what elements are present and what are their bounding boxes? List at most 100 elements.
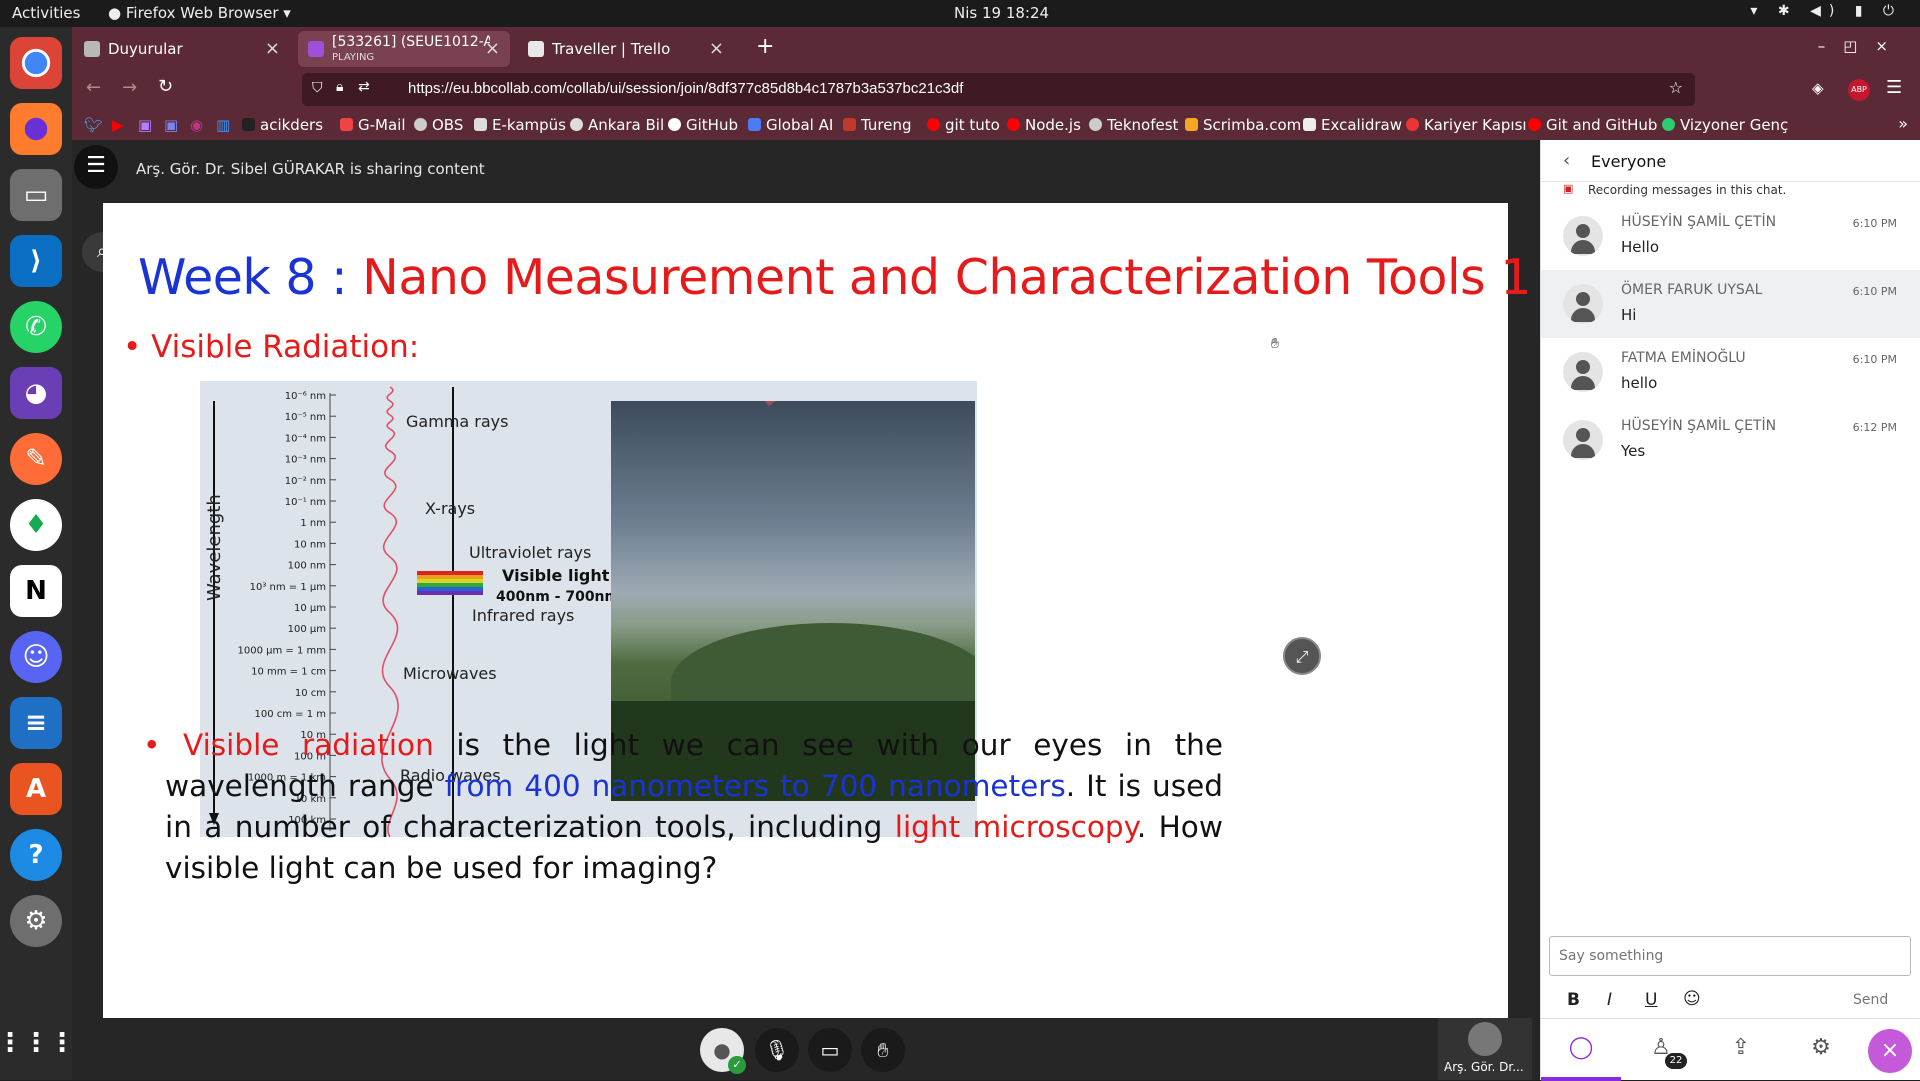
bookmark-ekampus[interactable]: E-kampüs	[474, 116, 566, 134]
files-icon[interactable]: ▭	[10, 169, 62, 221]
back-icon[interactable]: ←	[86, 77, 101, 98]
bookmark-label: Teknofest	[1107, 116, 1179, 134]
trello-bookmark-icon[interactable]: ▥	[216, 116, 230, 134]
clock[interactable]: Nis 19 18:24	[954, 4, 1049, 22]
close-tab-icon[interactable]: ×	[485, 38, 500, 59]
app-menu[interactable]: ● Firefox Web Browser ▾	[108, 4, 291, 22]
microphone-off-icon[interactable]: 🎙︎	[755, 1028, 799, 1072]
postman-icon[interactable]: ✎	[10, 433, 62, 485]
tab-bar: Duyurular × [533261] (SEUE1012-A) N PLAY…	[72, 27, 1920, 70]
wikipedia-icon	[570, 118, 583, 131]
presenter-video-tile[interactable]: Arş. Gör. Dr...	[1438, 1018, 1532, 1080]
bookmark-obs[interactable]: OBS	[414, 116, 463, 134]
bookmark-kariyer-kapisi[interactable]: Kariyer Kapısı	[1406, 116, 1527, 134]
camera-off-icon[interactable]: ▭	[808, 1028, 852, 1072]
bookmark-github[interactable]: GitHub	[668, 116, 738, 134]
bookmark-scrimba[interactable]: Scrimba.com	[1185, 116, 1301, 134]
dock: ▭ ⟩ ✆ ◕ ✎ ♦ N ☺ ≡ A ? ⚙ ⋮⋮⋮	[0, 27, 75, 1080]
vscode-icon[interactable]: ⟩	[10, 235, 62, 287]
raise-hand-icon[interactable]: ✋︎	[861, 1028, 905, 1072]
bookmark-global-ai[interactable]: Global AI	[748, 116, 833, 134]
bookmark-gmail[interactable]: G-Mail	[340, 116, 406, 134]
whatsapp-icon[interactable]: ✆	[10, 301, 62, 353]
settings-tab-icon[interactable]: ⚙	[1781, 1019, 1861, 1081]
bookmark-tureng[interactable]: Tureng	[843, 116, 912, 134]
attendees-tab-icon[interactable]: ♙ 22	[1621, 1019, 1701, 1081]
software-center-icon[interactable]: A	[10, 763, 62, 815]
bookmark-nodejs[interactable]: Node.js	[1007, 116, 1081, 134]
close-panel-icon[interactable]: ×	[1868, 1029, 1912, 1073]
chrome-icon[interactable]	[10, 37, 62, 89]
bold-button[interactable]: B	[1567, 990, 1580, 1010]
sender-name: ÖMER FARUK UYSAL	[1621, 282, 1763, 298]
bookmark-label: Git and GitHub	[1546, 116, 1658, 134]
chat-panel: ‹ Everyone ▣ Recording messages in this …	[1540, 140, 1920, 1081]
chat-message-input[interactable]	[1549, 936, 1911, 976]
close-tab-icon[interactable]: ×	[709, 38, 724, 59]
shield-icon[interactable]: ⛉	[312, 80, 323, 96]
notion-icon[interactable]: N	[10, 565, 62, 617]
mongodb-compass-icon[interactable]: ♦	[10, 499, 62, 551]
more-bookmarks-icon[interactable]: »	[1898, 114, 1908, 133]
new-tab-icon[interactable]: +	[756, 34, 774, 59]
globe-icon	[1089, 118, 1102, 131]
tab-title: Traveller | Trello	[552, 40, 671, 58]
tab-duyurular[interactable]: Duyurular ×	[74, 31, 290, 67]
lock-icon[interactable]: 🔒︎	[336, 79, 343, 95]
twitch-bookmark-icon[interactable]: ▣	[138, 116, 152, 134]
help-icon[interactable]: ?	[10, 829, 62, 881]
bookmark-ankara-bil[interactable]: Ankara Bil	[570, 116, 664, 134]
bookmark-git-tuto[interactable]: git tuto	[927, 116, 1000, 134]
permissions-icon[interactable]: ⇄	[358, 79, 370, 95]
tab-trello[interactable]: Traveller | Trello ×	[518, 31, 734, 67]
ekampus-icon	[474, 118, 487, 131]
adblock-icon[interactable]: ABP	[1848, 79, 1870, 101]
bookmark-vizyoner-genc[interactable]: Vizyoner Genç	[1662, 116, 1788, 134]
presenter-name: Arş. Gör. Dr...	[1444, 1060, 1524, 1074]
bookmark-acikders[interactable]: acikders	[242, 116, 323, 134]
url-bar[interactable]: ⛉ 🔒︎ ⇄ https://eu.bbcollab.com/collab/ui…	[302, 73, 1695, 106]
activities-button[interactable]: Activities	[12, 4, 80, 22]
wavelength-tick-label: 100 µm	[288, 624, 326, 635]
fullscreen-toggle-icon[interactable]: ⤢	[1283, 637, 1321, 675]
youtube-bookmark-icon[interactable]: ▶	[112, 116, 124, 134]
italic-button[interactable]: I	[1607, 990, 1612, 1010]
bookmark-teknofest[interactable]: Teknofest	[1089, 116, 1178, 134]
pocket-icon[interactable]: ◈	[1812, 79, 1824, 97]
bookmark-label: Excalidraw	[1321, 116, 1403, 134]
tureng-icon	[843, 118, 856, 131]
back-chevron-icon[interactable]: ‹	[1563, 150, 1570, 171]
forward-icon[interactable]: →	[122, 77, 137, 98]
tab-collab-session[interactable]: [533261] (SEUE1012-A) N PLAYING ×	[298, 31, 510, 67]
instagram-bookmark-icon[interactable]: ◉	[190, 116, 203, 134]
obs-icon	[414, 118, 427, 131]
send-button[interactable]: Send	[1853, 992, 1888, 1008]
underline-button[interactable]: U	[1645, 990, 1657, 1010]
share-content-tab-icon[interactable]: ⇪	[1701, 1019, 1781, 1081]
bookmark-label: GitHub	[686, 116, 738, 134]
chat-tab-icon[interactable]: ◯	[1541, 1019, 1621, 1081]
settings-icon[interactable]: ⚙	[10, 895, 62, 947]
bookmark-git-and-github[interactable]: Git and GitHub	[1528, 116, 1657, 134]
close-tab-icon[interactable]: ×	[265, 38, 280, 59]
wavelength-tick-label: 10 cm	[295, 688, 326, 699]
message-time: 6:12 PM	[1852, 421, 1897, 434]
show-apps-icon[interactable]: ⋮⋮⋮	[0, 1017, 75, 1069]
writer-icon[interactable]: ≡	[10, 697, 62, 749]
bookmark-star-icon[interactable]: ☆	[1669, 78, 1683, 97]
my-status-avatar[interactable]: ● ✓	[700, 1028, 746, 1074]
session-menu-icon[interactable]: ☰	[74, 145, 118, 189]
teams-bookmark-icon[interactable]: ▣	[164, 116, 178, 134]
emoji-icon[interactable]: ☺	[1683, 989, 1701, 1009]
github-desktop-icon[interactable]: ◕	[10, 367, 62, 419]
system-tray[interactable]: ▾ ✱ ◀) ▮ ⏻	[1750, 3, 1902, 19]
reload-icon[interactable]: ↻	[158, 76, 173, 97]
window-controls[interactable]: –◰×	[1818, 37, 1906, 55]
message-text: Yes	[1621, 442, 1646, 460]
navigation-bar: ← → ↻ ⛉ 🔒︎ ⇄ https://eu.bbcollab.com/col…	[72, 70, 1920, 110]
discord-icon[interactable]: ☺	[10, 631, 62, 683]
bookmark-excalidraw[interactable]: Excalidraw	[1303, 116, 1402, 134]
twitter-bookmark-icon[interactable]: 🐦︎	[84, 116, 103, 134]
firefox-icon[interactable]	[10, 103, 62, 155]
menu-icon[interactable]: ☰	[1886, 77, 1902, 98]
